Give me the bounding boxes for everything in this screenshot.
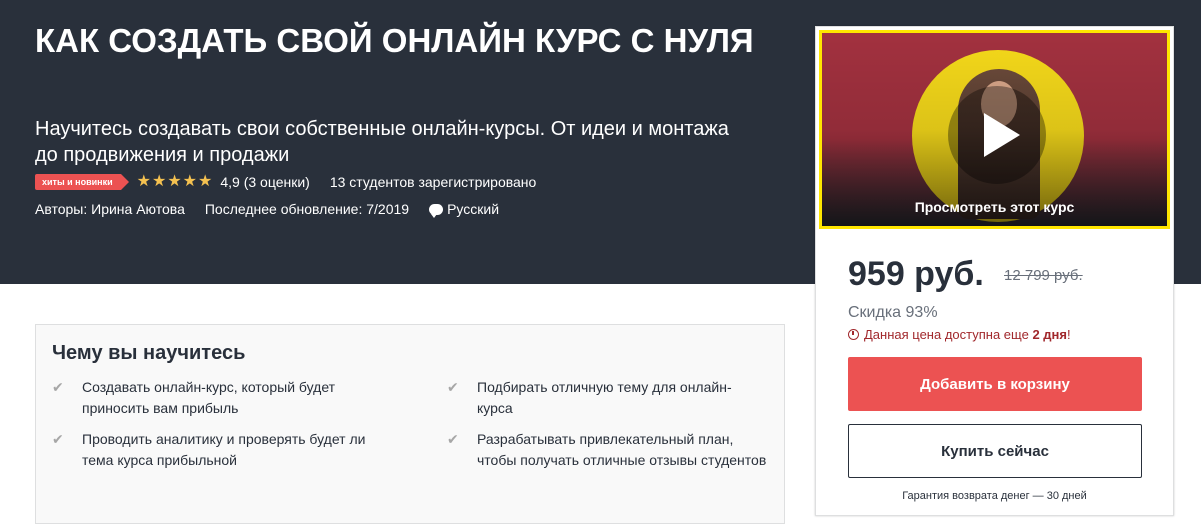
preview-label[interactable]: Просмотреть этот курс bbox=[822, 199, 1167, 215]
students-count: 13 студентов зарегистрировано bbox=[329, 174, 537, 190]
star-icon: ★ bbox=[151, 173, 167, 190]
timer-prefix: Данная цена доступна еще bbox=[864, 327, 1033, 342]
purchase-sidebar: Просмотреть этот курс 959 руб. 12 799 ру… bbox=[815, 26, 1174, 516]
price-timer: Данная цена доступна еще 2 дня! bbox=[848, 327, 1071, 342]
discount: Скидка 93% bbox=[848, 304, 938, 321]
course-title: КАК СОЗДАТЬ СВОЙ ОНЛАЙН КУРС С НУЛЯ bbox=[35, 22, 754, 59]
buy-now-button[interactable]: Купить сейчас bbox=[848, 424, 1142, 478]
language-label: Русский bbox=[447, 201, 500, 217]
check-icon: ✔ bbox=[52, 379, 64, 395]
bestseller-badge: хиты и новинки bbox=[35, 174, 129, 190]
timer-days: 2 дня bbox=[1032, 327, 1067, 342]
list-item: ✔ Проводить аналитику и проверять будет … bbox=[52, 429, 372, 471]
authors-link[interactable]: Авторы: Ирина Аютова bbox=[35, 201, 185, 217]
check-icon: ✔ bbox=[447, 379, 459, 395]
list-item: ✔ Разрабатывать привлекательный план, чт… bbox=[447, 429, 767, 471]
what-you-will-learn: Чему вы научитесь ✔ Создавать онлайн-кур… bbox=[35, 324, 785, 524]
money-back-guarantee: Гарантия возврата денег — 30 дней bbox=[902, 490, 1087, 502]
rating-text[interactable]: 4,9 (3 оценки) bbox=[220, 174, 309, 190]
learn-item-text: Создавать онлайн-курс, который будет при… bbox=[82, 379, 336, 416]
learn-title: Чему вы научитесь bbox=[52, 342, 246, 364]
star-icon: ★ bbox=[182, 173, 198, 190]
last-updated: Последнее обновление: 7/2019 bbox=[204, 201, 410, 217]
rating-stars: ★ ★ ★ ★ ★ bbox=[137, 174, 213, 190]
check-icon: ✔ bbox=[52, 431, 64, 447]
preview-video[interactable]: Просмотреть этот курс bbox=[822, 33, 1167, 226]
speech-bubble-icon bbox=[429, 203, 444, 218]
add-to-cart-button[interactable]: Добавить в корзину bbox=[848, 357, 1142, 411]
rating-row: хиты и новинки ★ ★ ★ ★ ★ 4,9 (3 оценки) … bbox=[35, 172, 536, 192]
course-preview[interactable]: Просмотреть этот курс bbox=[819, 30, 1170, 229]
alarm-clock-icon bbox=[848, 329, 859, 340]
star-icon: ★ bbox=[136, 173, 151, 190]
play-icon[interactable] bbox=[948, 86, 1046, 184]
check-icon: ✔ bbox=[447, 431, 459, 447]
learn-item-text: Разрабатывать привлекательный план, чтоб… bbox=[477, 431, 767, 468]
timer-suffix: ! bbox=[1066, 327, 1071, 342]
original-price: 12 799 руб. bbox=[1004, 267, 1083, 284]
meta-row: Авторы: Ирина Аютова Последнее обновлени… bbox=[35, 199, 499, 219]
learn-item-text: Проводить аналитику и проверять будет ли… bbox=[82, 431, 366, 468]
list-item: ✔ Подбирать отличную тему для онлайн-кур… bbox=[447, 377, 767, 419]
list-item: ✔ Создавать онлайн-курс, который будет п… bbox=[52, 377, 372, 419]
language: Русский bbox=[429, 201, 500, 218]
timer-text: Данная цена доступна еще 2 дня! bbox=[864, 327, 1071, 342]
learn-item-text: Подбирать отличную тему для онлайн-курса bbox=[477, 379, 732, 416]
course-subtitle: Научитесь создавать свои собственные онл… bbox=[35, 118, 729, 166]
star-icon: ★ bbox=[198, 173, 213, 190]
star-icon: ★ bbox=[167, 173, 182, 190]
current-price: 959 руб. bbox=[848, 255, 984, 293]
